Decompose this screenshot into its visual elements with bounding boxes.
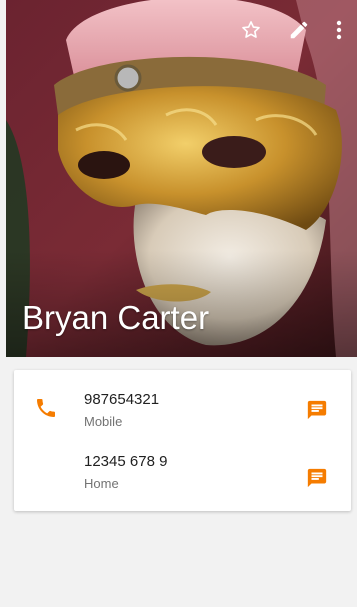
favorite-button[interactable]	[233, 14, 269, 46]
more-options-button[interactable]	[329, 14, 349, 46]
phone-number: 987654321	[84, 391, 160, 408]
phone-type-label: Mobile	[84, 414, 123, 429]
more-vert-icon	[336, 20, 342, 40]
contact-photo-header: Bryan Carter	[6, 0, 357, 357]
phone-number: 12345 678 9	[84, 453, 168, 470]
phone-row-mobile[interactable]: 987654321 Mobile	[14, 386, 351, 442]
header-toolbar	[233, 14, 349, 46]
phone-type-label: Home	[84, 476, 119, 491]
contact-detail-screen: Bryan Carter 987654321 Mobile 12345 678 …	[0, 0, 357, 607]
edit-pencil-icon	[290, 21, 308, 39]
message-icon	[307, 400, 327, 420]
send-message-button[interactable]	[301, 394, 333, 426]
phone-numbers-card: 987654321 Mobile 12345 678 9 Home	[14, 370, 351, 511]
star-outline-icon	[242, 21, 260, 38]
phone-row-home[interactable]: 12345 678 9 Home	[14, 448, 351, 504]
edit-button[interactable]	[281, 14, 317, 46]
phone-icon	[37, 399, 55, 417]
message-icon	[307, 468, 327, 488]
contact-name: Bryan Carter	[22, 299, 210, 336]
send-message-button[interactable]	[301, 462, 333, 494]
